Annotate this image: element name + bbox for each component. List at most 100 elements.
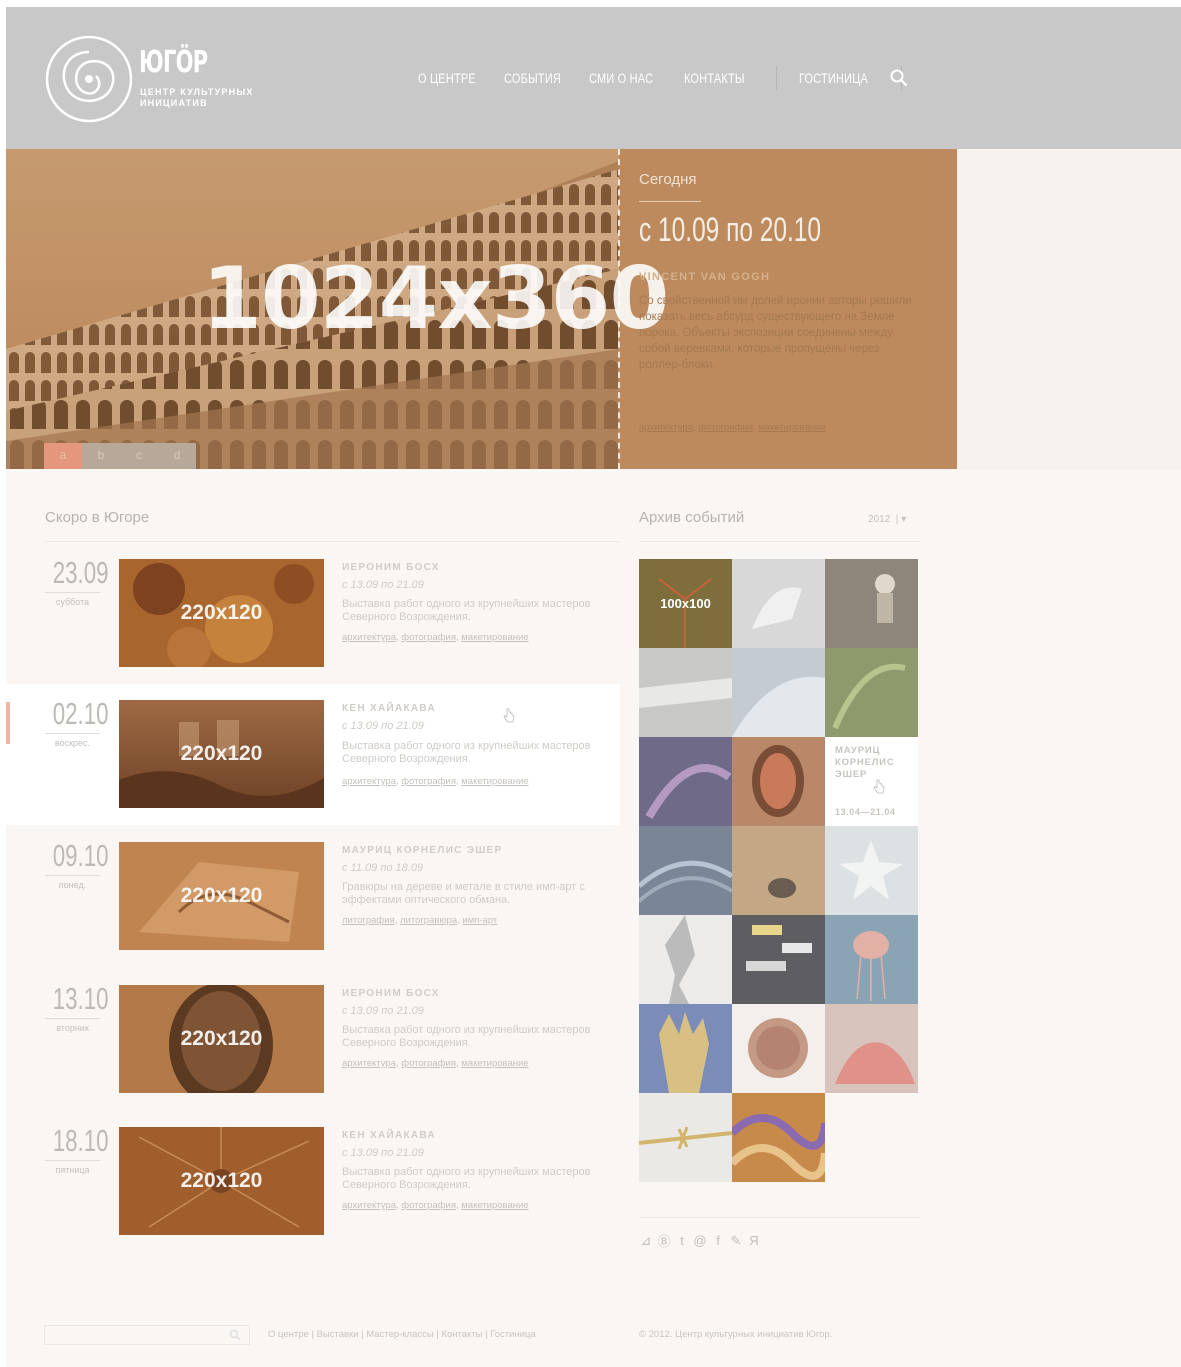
event-title[interactable]: КЕН ХАЙАКАВА [342,703,436,714]
nav-contacts[interactable]: КОНТАКТЫ [684,70,745,86]
event-item-highlighted[interactable]: 02.10 воскрес. 220x120 КЕН ХАЙАКАВА с 13… [6,684,620,825]
footer-link-hotel[interactable]: Гостиница [490,1329,535,1340]
event-title[interactable]: ИЕРОНИМ БОСХ [342,988,440,999]
tag-link[interactable]: фотография [698,422,753,433]
tag-link[interactable]: архитектура [639,422,693,433]
hero-tab-c[interactable]: c [120,443,158,469]
archive-thumbnail[interactable] [825,915,918,1004]
event-title[interactable]: КЕН ХАЙАКАВА [342,1130,436,1141]
footer-link-masterclasses[interactable]: Мастер-классы [366,1329,433,1340]
event-item[interactable]: 18.10 пятница 220x120 КЕН ХАЙАКАВА с 13.… [6,1111,620,1235]
archive-thumbnail[interactable] [825,559,918,648]
tag-link[interactable]: архитектура [342,632,396,643]
archive-year-select[interactable]: 2012 | ▾ [868,514,906,525]
archive-thumbnail[interactable] [825,1004,918,1093]
tag-link[interactable]: литография [342,915,395,926]
tag-link[interactable]: фотография [401,632,456,643]
mail-icon[interactable]: @ [693,1233,707,1248]
archive-thumbnail[interactable] [732,737,825,826]
archive-thumbnail[interactable] [732,559,825,648]
event-weekday: вторник [56,1023,89,1033]
tag-link[interactable]: архитектура [342,776,396,787]
hand-cursor-icon [873,779,885,794]
thumbnail-placeholder-label: 220x120 [180,601,263,624]
event-date-divider [45,733,100,734]
archive-thumbnail[interactable] [732,1004,825,1093]
tag-link[interactable]: имп-арт [462,915,497,926]
nav-hotel[interactable]: ГОСТИНИЦА [799,70,868,86]
archive-thumbnail[interactable] [639,648,732,737]
event-date-divider [45,875,100,876]
archive-thumbnail[interactable] [639,1004,732,1093]
event-item[interactable]: 09.10 понед. 220x120 МАУРИЦ КОРНЕЛИС ЭШЕ… [6,826,620,950]
main-nav: О ЦЕНТРЕ СОБЫТИЯ СМИ О НАС КОНТАКТЫ ГОСТ… [418,66,924,90]
archive-thumbnail[interactable] [639,826,732,915]
tag-link[interactable]: фотография [401,1058,456,1069]
tag-link[interactable]: макетирование [461,1058,528,1069]
search-icon[interactable] [890,69,908,87]
hero-artist[interactable]: VINCENT VAN GOGH [639,271,770,283]
archive-thumbnail[interactable]: 100x100 [639,559,732,648]
archive-divider [639,541,919,542]
tag-link[interactable]: макетирование [461,1200,528,1211]
archive-thumbnail[interactable] [732,915,825,1004]
upcoming-divider [45,541,620,542]
event-date: 02.10 [52,696,109,731]
tag-link[interactable]: макетирование [758,422,825,433]
archive-hover-card[interactable]: МАУРИЦ КОРНЕЛИС ЭШЕР 13.04—21.04 [825,737,918,826]
chevron-down-icon: ▾ [901,514,907,525]
blogger-icon[interactable]: Ⓑ [657,1231,671,1250]
tag-link[interactable]: архитектура [342,1058,396,1069]
logo-title[interactable]: ЮГӦР [139,45,208,80]
thumbnail-placeholder-label: 100x100 [660,596,711,611]
event-period: с 13.09 по 21.09 [342,1147,424,1159]
event-weekday: понед. [58,880,87,890]
hero-tab-d[interactable]: d [158,443,196,469]
archive-hover-title[interactable]: МАУРИЦ КОРНЕЛИС ЭШЕР [835,745,911,781]
archive-thumbnail[interactable] [639,915,732,1004]
archive-thumbnail[interactable] [825,826,918,915]
tag-link[interactable]: макетирование [461,632,528,643]
tag-link[interactable]: фотография [401,776,456,787]
archive-thumbnail[interactable] [732,1093,825,1182]
nav-about[interactable]: О ЦЕНТРЕ [418,70,476,86]
tumblr-icon[interactable]: t [675,1233,689,1248]
yandex-icon[interactable]: Я [747,1233,761,1248]
event-date-divider [45,1160,100,1161]
event-title[interactable]: МАУРИЦ КОРНЕЛИС ЭШЕР [342,845,502,856]
event-thumbnail[interactable]: 220x120 [119,985,324,1093]
facebook-icon[interactable]: f [711,1233,725,1248]
nav-events[interactable]: СОБЫТИЯ [504,70,561,86]
event-thumbnail[interactable]: 220x120 [119,559,324,667]
logo-subtitle: ЦЕНТР КУЛЬТУРНЫХ ИНИЦИАТИВ [140,87,254,108]
archive-thumbnail[interactable] [732,826,825,915]
event-thumbnail[interactable]: 220x120 [119,1127,324,1235]
archive-thumbnail[interactable] [639,737,732,826]
archive-thumbnail[interactable] [825,648,918,737]
search-icon[interactable] [229,1329,241,1341]
archive-thumbnail[interactable] [639,1093,732,1182]
hero-tab-b[interactable]: b [82,443,120,469]
event-item[interactable]: 23.09 суббота 220x120 ИЕРОНИМ БОСХ с 13.… [6,543,620,667]
logo-spiral-icon[interactable] [44,34,134,124]
rss-icon[interactable]: ⊿ [639,1233,653,1249]
event-description: Гравюры на дереве и метале в стиле имп-а… [342,881,585,906]
hero-tab-a[interactable]: a [44,443,82,469]
tag-link[interactable]: макетирование [461,776,528,787]
footer-search-input[interactable] [44,1325,250,1345]
tag-link[interactable]: фотография [401,1200,456,1211]
nav-press[interactable]: СМИ О НАС [589,70,653,86]
footer-link-exhibitions[interactable]: Выставки [317,1329,359,1340]
footer-link-about[interactable]: О центре [268,1329,309,1340]
archive-thumbnail[interactable] [732,648,825,737]
tag-link[interactable]: архитектура [342,1200,396,1211]
event-thumbnail[interactable]: 220x120 [119,700,324,808]
tag-link[interactable]: литогравюра [400,915,457,926]
event-title[interactable]: ИЕРОНИМ БОСХ [342,562,440,573]
archive-title: Архив событий [639,509,745,526]
event-thumbnail[interactable]: 220x120 [119,842,324,950]
footer-link-contacts[interactable]: Контакты [441,1329,482,1340]
event-weekday: воскрес. [54,738,91,748]
event-item[interactable]: 13.10 вторник 220x120 ИЕРОНИМ БОСХ с 13.… [6,969,620,1093]
livejournal-icon[interactable]: ✎ [729,1233,743,1249]
